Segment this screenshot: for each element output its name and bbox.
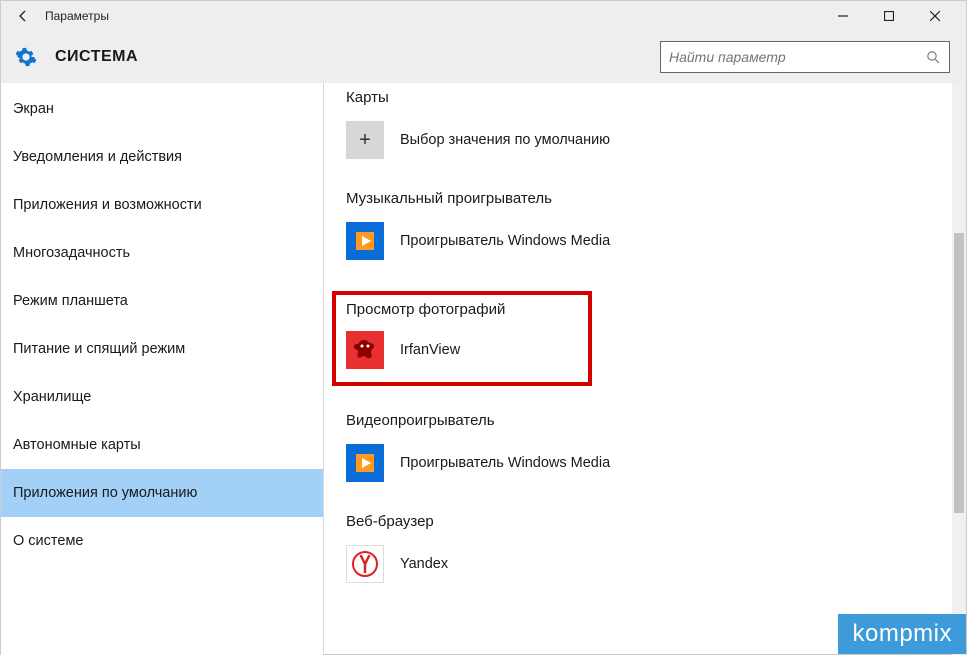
sidebar-item-label: Приложения по умолчанию bbox=[13, 485, 197, 501]
content: Карты + Выбор значения по умолчанию Музы… bbox=[324, 83, 966, 655]
search-box[interactable] bbox=[660, 41, 950, 73]
sidebar-item-about[interactable]: О системе bbox=[1, 517, 323, 565]
section-title: Просмотр фотографий bbox=[346, 301, 578, 318]
sidebar-item-label: О системе bbox=[13, 533, 83, 549]
section-title: Карты bbox=[346, 89, 942, 106]
highlight-annotation: Просмотр фотографий IrfanView bbox=[332, 291, 592, 386]
vertical-scrollbar[interactable] bbox=[952, 83, 966, 655]
default-app-photos[interactable]: IrfanView bbox=[346, 330, 578, 370]
default-app-browser[interactable]: Yandex bbox=[346, 544, 942, 584]
search-icon bbox=[925, 49, 941, 65]
plus-icon: + bbox=[346, 121, 384, 159]
window-controls bbox=[820, 1, 958, 31]
app-name: Выбор значения по умолчанию bbox=[400, 132, 610, 148]
default-app-music[interactable]: Проигрыватель Windows Media bbox=[346, 221, 942, 261]
app-name: Yandex bbox=[400, 556, 448, 572]
sidebar-item-label: Автономные карты bbox=[13, 437, 141, 453]
search-input[interactable] bbox=[669, 49, 925, 65]
sidebar-item-notifications[interactable]: Уведомления и действия bbox=[1, 133, 323, 181]
sidebar-item-tablet-mode[interactable]: Режим планшета bbox=[1, 277, 323, 325]
section-title: Видеопроигрыватель bbox=[346, 412, 942, 429]
wmp-icon bbox=[346, 444, 384, 482]
app-name: Проигрыватель Windows Media bbox=[400, 233, 610, 249]
sidebar-item-label: Питание и спящий режим bbox=[13, 341, 185, 357]
irfanview-icon bbox=[346, 331, 384, 369]
sidebar-item-label: Режим планшета bbox=[13, 293, 128, 309]
app-name: IrfanView bbox=[400, 342, 460, 358]
scrollbar-thumb[interactable] bbox=[954, 233, 964, 513]
default-app-video[interactable]: Проигрыватель Windows Media bbox=[346, 443, 942, 483]
minimize-button[interactable] bbox=[820, 1, 866, 31]
sidebar-item-offline-maps[interactable]: Автономные карты bbox=[1, 421, 323, 469]
sidebar-item-multitasking[interactable]: Многозадачность bbox=[1, 229, 323, 277]
sidebar-item-label: Уведомления и действия bbox=[13, 149, 182, 165]
section-title: Веб-браузер bbox=[346, 513, 942, 530]
section-maps: Карты + Выбор значения по умолчанию bbox=[346, 89, 942, 160]
sidebar-item-power-sleep[interactable]: Питание и спящий режим bbox=[1, 325, 323, 373]
body: Экран Уведомления и действия Приложения … bbox=[1, 83, 966, 655]
close-button[interactable] bbox=[912, 1, 958, 31]
maximize-button[interactable] bbox=[866, 1, 912, 31]
sidebar-item-label: Хранилище bbox=[13, 389, 91, 405]
wmp-icon bbox=[346, 222, 384, 260]
settings-window: Параметры СИСТЕМА bbox=[0, 0, 967, 655]
gear-icon bbox=[15, 46, 37, 68]
page-title: СИСТЕМА bbox=[55, 48, 138, 66]
header: СИСТЕМА bbox=[1, 31, 966, 83]
watermark: kompmix bbox=[838, 614, 966, 654]
sidebar-item-apps-features[interactable]: Приложения и возможности bbox=[1, 181, 323, 229]
section-music: Музыкальный проигрыватель Проигрыватель … bbox=[346, 190, 942, 261]
sidebar-item-display[interactable]: Экран bbox=[1, 85, 323, 133]
sidebar-item-label: Экран bbox=[13, 101, 54, 117]
default-app-maps[interactable]: + Выбор значения по умолчанию bbox=[346, 120, 942, 160]
app-name: Проигрыватель Windows Media bbox=[400, 455, 610, 471]
sidebar-item-storage[interactable]: Хранилище bbox=[1, 373, 323, 421]
back-button[interactable] bbox=[9, 2, 37, 30]
sidebar-item-label: Приложения и возможности bbox=[13, 197, 202, 213]
yandex-icon bbox=[346, 545, 384, 583]
section-browser: Веб-браузер Yandex bbox=[346, 513, 942, 584]
section-video: Видеопроигрыватель Проигрыватель Windows… bbox=[346, 412, 942, 483]
window-title: Параметры bbox=[45, 9, 109, 23]
sidebar: Экран Уведомления и действия Приложения … bbox=[1, 83, 323, 655]
section-title: Музыкальный проигрыватель bbox=[346, 190, 942, 207]
sidebar-item-label: Многозадачность bbox=[13, 245, 130, 261]
titlebar: Параметры bbox=[1, 1, 966, 31]
sidebar-item-default-apps[interactable]: Приложения по умолчанию bbox=[1, 469, 323, 517]
